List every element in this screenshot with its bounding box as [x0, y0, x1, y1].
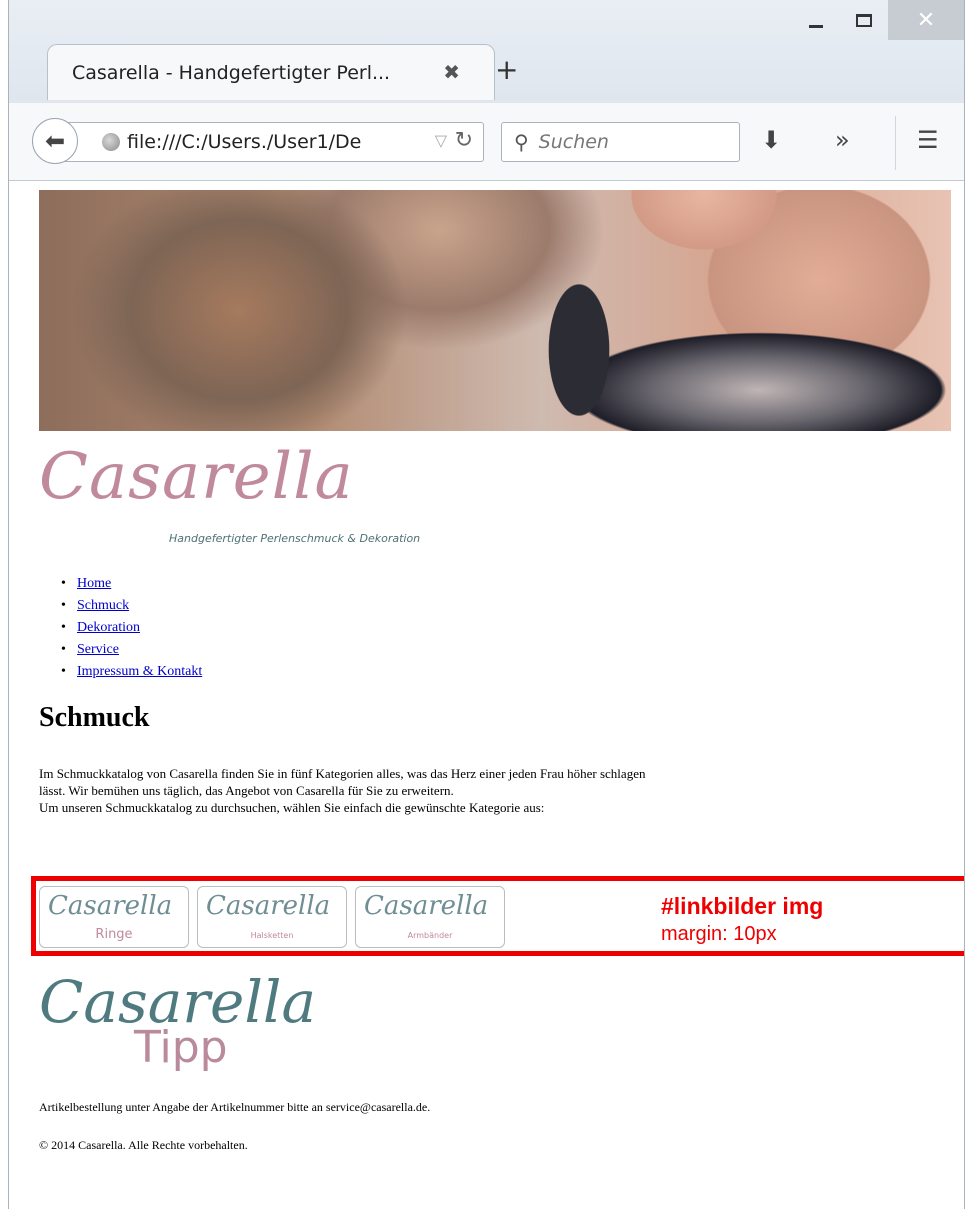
download-icon[interactable]: ⬇ — [761, 126, 781, 154]
intro-paragraph-2: Um unseren Schmuckkatalog zu durchsuchen… — [39, 800, 545, 815]
maximize-button[interactable] — [840, 0, 888, 40]
url-text: file:///C:/Users./User1/De — [127, 131, 362, 153]
tab-title: Casarella - Handgefertigter Perl... — [72, 61, 391, 84]
annotation-title: #linkbilder img — [661, 893, 824, 919]
intro-paragraph-1: Im Schmuckkatalog von Casarella finden S… — [39, 766, 646, 798]
menu-icon[interactable]: ☰ — [917, 126, 939, 154]
tab-close-icon[interactable]: ✖ — [443, 60, 460, 84]
tipp-word: Tipp — [134, 1022, 228, 1073]
back-icon: ⬅ — [44, 127, 66, 155]
history-dropdown-icon[interactable]: ▽ — [435, 131, 447, 150]
browser-window: ✕ Casarella - Handgefertigter Perl... ✖ … — [8, 0, 965, 1209]
new-tab-button[interactable]: + — [495, 56, 518, 84]
search-icon: ⚲ — [514, 130, 529, 154]
nav-item-dekoration: Dekoration — [59, 617, 202, 639]
tipp-image: Casarella Tipp — [39, 968, 339, 1088]
nav-link-dekoration[interactable]: Dekoration — [77, 620, 140, 635]
nav-link-impressum[interactable]: Impressum & Kontakt — [77, 664, 202, 679]
close-icon: ✕ — [916, 7, 936, 33]
copyright: © 2014 Casarella. Alle Rechte vorbehalte… — [39, 1138, 248, 1152]
reload-icon[interactable]: ↻ — [455, 128, 473, 153]
close-button[interactable]: ✕ — [888, 0, 964, 40]
logo-tagline: Handgefertigter Perlenschmuck & Dekorati… — [169, 532, 421, 545]
minimize-icon — [809, 24, 823, 28]
logo-text: Casarella — [39, 440, 354, 514]
main-navigation: Home Schmuck Dekoration Service Impressu… — [59, 573, 202, 683]
nav-item-schmuck: Schmuck — [59, 595, 202, 617]
address-bar[interactable]: file:///C:/Users./User1/De ▽ ↻ — [59, 122, 484, 162]
intro-text: Im Schmuckkatalog von Casarella finden S… — [39, 765, 649, 816]
nav-link-service[interactable]: Service — [77, 642, 119, 657]
globe-icon — [102, 133, 120, 151]
overflow-icon[interactable]: » — [835, 126, 850, 154]
nav-item-home: Home — [59, 573, 202, 595]
window-controls: ✕ — [792, 0, 964, 40]
search-bar[interactable]: ⚲ Suchen — [501, 122, 740, 162]
site-logo[interactable]: Casarella Handgefertigter Perlenschmuck … — [39, 440, 459, 550]
maximize-icon — [856, 13, 872, 27]
nav-link-schmuck[interactable]: Schmuck — [77, 598, 129, 613]
nav-item-impressum: Impressum & Kontakt — [59, 661, 202, 683]
toolbar-separator — [895, 116, 896, 170]
nav-link-home[interactable]: Home — [77, 576, 111, 591]
annotation-subtitle: margin: 10px — [661, 923, 777, 945]
back-button[interactable]: ⬅ — [32, 118, 78, 164]
title-bar: ✕ Casarella - Handgefertigter Perl... ✖ … — [9, 0, 964, 103]
order-note: Artikelbestellung unter Angabe der Artik… — [39, 1100, 431, 1114]
annotation-box: #linkbilder img margin: 10px — [31, 876, 964, 956]
minimize-button[interactable] — [792, 0, 840, 40]
search-placeholder: Suchen — [538, 131, 609, 153]
browser-tab[interactable]: Casarella - Handgefertigter Perl... ✖ — [47, 44, 495, 100]
nav-item-service: Service — [59, 639, 202, 661]
hero-image — [39, 190, 951, 431]
page-title: Schmuck — [39, 702, 150, 733]
